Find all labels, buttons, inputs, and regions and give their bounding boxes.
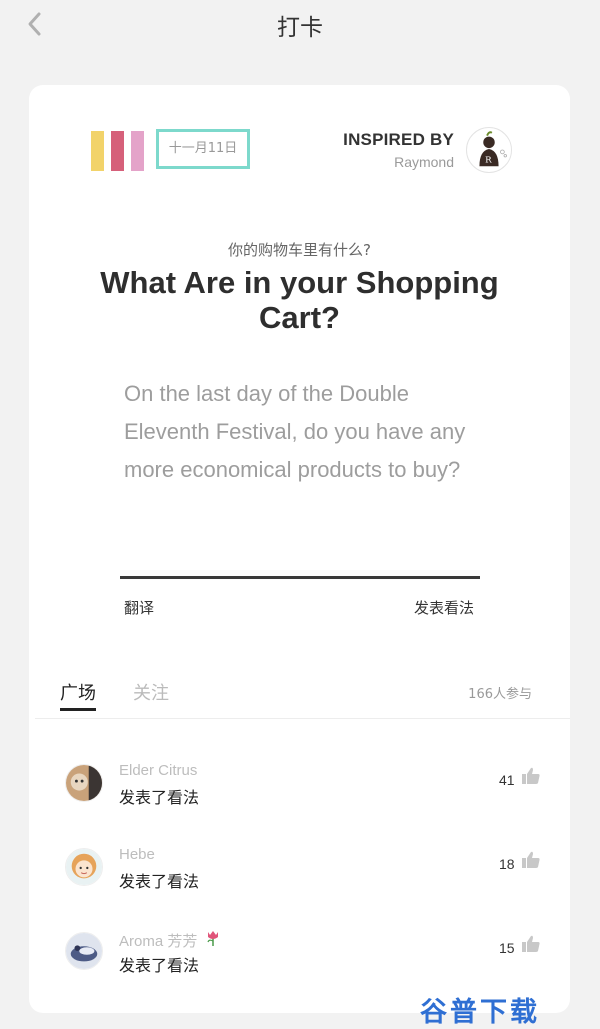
color-stripe-pink (131, 131, 144, 171)
avatar[interactable] (65, 848, 103, 886)
participant-count: 166人参与 (468, 687, 532, 702)
inspired-by: INSPIRED BY Raymond (343, 130, 454, 170)
thumbs-up-icon[interactable] (521, 934, 541, 954)
tab-square[interactable]: 广场 (60, 679, 96, 705)
user-action: 发表了看法 (119, 788, 200, 807)
translate-button[interactable]: 翻译 (124, 597, 154, 618)
navigation-bar: 打卡 (0, 0, 600, 48)
tab-follow[interactable]: 关注 (133, 679, 169, 705)
author-avatar[interactable]: R (466, 127, 512, 173)
inspired-by-name: Raymond (394, 154, 454, 170)
question-chinese: 你的购物车里有什么? (228, 241, 371, 259)
divider (120, 576, 480, 579)
like-count: 41 (499, 772, 515, 788)
svg-text:R: R (485, 155, 492, 165)
user-name: Elder Citrus (119, 762, 198, 779)
question-english: What Are in your Shopping Cart? (100, 265, 499, 335)
user-name: Aroma 芳芳 (119, 933, 198, 950)
date-badge: 十一月11日 (156, 129, 250, 169)
post-opinion-button[interactable]: 发表看法 (414, 597, 474, 618)
topic-card: 十一月11日 INSPIRED BY Raymond R 你的购物车里有什么? … (29, 85, 570, 1013)
list-item[interactable]: Aroma 芳芳 发表了看法 15 (29, 918, 570, 988)
color-stripe-red (111, 131, 124, 171)
inspired-by-label: INSPIRED BY (343, 130, 454, 149)
user-action: 发表了看法 (119, 956, 200, 975)
question-description: On the last day of the Double Eleventh F… (124, 381, 466, 482)
tabs-divider (35, 718, 570, 719)
watermark: 谷普下载 (420, 997, 540, 1028)
like-count: 18 (499, 856, 515, 872)
thumbs-up-icon[interactable] (521, 850, 541, 870)
list-item[interactable]: Elder Citrus 发表了看法 41 (29, 750, 570, 820)
tulip-icon (207, 931, 218, 946)
thumbs-up-icon[interactable] (521, 766, 541, 786)
list-item[interactable]: Hebe 发表了看法 18 (29, 834, 570, 904)
color-stripe-yellow (91, 131, 104, 171)
active-tab-indicator (60, 708, 96, 711)
like-count: 15 (499, 940, 515, 956)
user-name: Hebe (119, 846, 155, 863)
user-action: 发表了看法 (119, 872, 200, 891)
avatar[interactable] (65, 932, 103, 970)
page-title: 打卡 (277, 15, 323, 41)
avatar[interactable] (65, 764, 103, 802)
